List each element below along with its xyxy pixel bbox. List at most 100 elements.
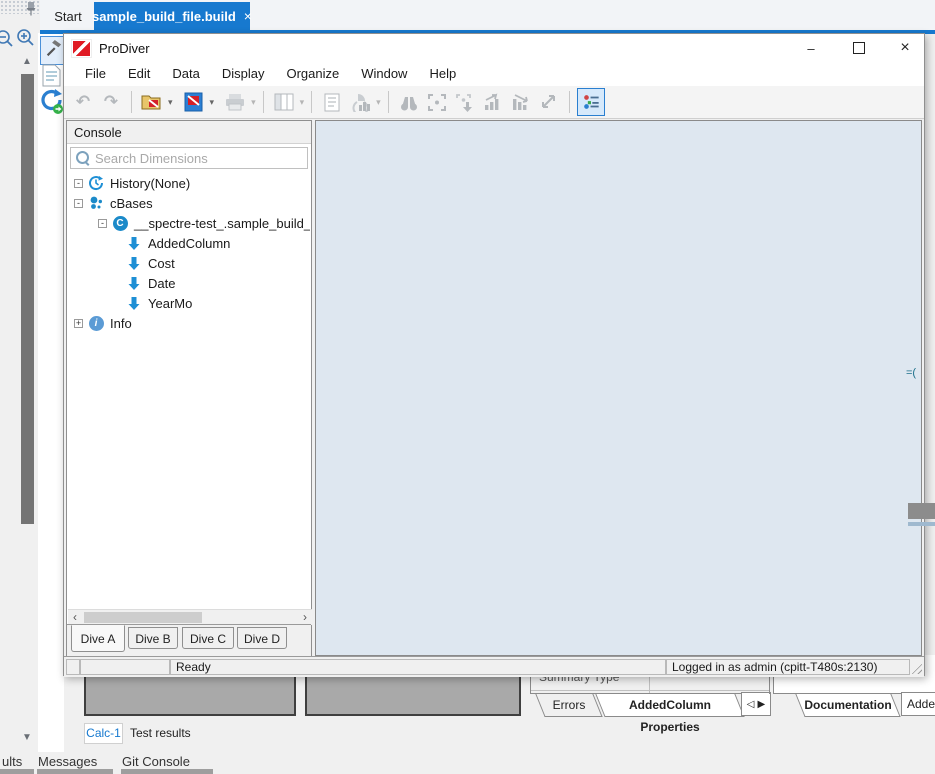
- collapse-icon[interactable]: -: [98, 219, 107, 228]
- console-toggle-button[interactable]: [577, 88, 605, 116]
- scroll-up-icon[interactable]: ▲: [22, 56, 32, 68]
- tab-dive-b[interactable]: Dive B: [128, 627, 178, 649]
- left-scrollbar-thumb[interactable]: [21, 74, 34, 524]
- test-results-label: Test results: [130, 726, 191, 740]
- toolbar-separator: [569, 91, 570, 113]
- calc-tab-label: Calc-1: [86, 726, 121, 740]
- redo-button[interactable]: ↷: [98, 89, 124, 115]
- search-input[interactable]: [70, 147, 308, 169]
- hscroll-right-icon[interactable]: ›: [298, 611, 312, 624]
- focus-drill-button[interactable]: [452, 89, 478, 115]
- menu-help[interactable]: Help: [418, 62, 467, 86]
- tab-addedc[interactable]: AddedC: [901, 692, 935, 716]
- collapse-icon[interactable]: -: [74, 179, 83, 188]
- close-button[interactable]: ×: [888, 36, 922, 60]
- undo-button[interactable]: ↶: [70, 89, 96, 115]
- pin-icon[interactable]: [25, 1, 37, 19]
- calc-tab[interactable]: Calc-1: [84, 723, 123, 744]
- tab-dive-d[interactable]: Dive D: [237, 627, 287, 649]
- open-cbase-button[interactable]: [181, 89, 207, 115]
- expand-icon[interactable]: +: [74, 319, 83, 328]
- print-button[interactable]: [222, 89, 248, 115]
- focus-down-icon: [455, 93, 475, 112]
- tree-item-cost[interactable]: Cost: [68, 253, 310, 273]
- cbase-book-icon: [184, 92, 203, 112]
- scroll-down-icon[interactable]: ▼: [22, 732, 32, 744]
- report-icon[interactable]: [42, 64, 61, 90]
- tab-messages[interactable]: Messages: [38, 754, 97, 769]
- tree-item-addedcolumn[interactable]: AddedColumn: [68, 233, 310, 253]
- minimize-button[interactable]: –: [794, 36, 828, 60]
- tab-scroll-buttons[interactable]: ◁ ▶: [741, 692, 771, 716]
- tab-errors[interactable]: Errors: [540, 694, 598, 717]
- find-button[interactable]: [396, 89, 422, 115]
- focus-button[interactable]: [424, 89, 450, 115]
- sort-down-button[interactable]: [508, 89, 534, 115]
- chart-up-icon: [483, 93, 503, 111]
- tab-scroll-left-icon[interactable]: ◁: [747, 699, 755, 710]
- tab-documentation[interactable]: Documentation: [800, 694, 896, 717]
- tab-dive-a[interactable]: Dive A: [71, 625, 125, 652]
- tabular-view-button[interactable]: [271, 89, 297, 115]
- dimension-down-arrow-icon: [126, 235, 142, 251]
- menu-file[interactable]: File: [74, 62, 117, 86]
- status-cell-empty: [66, 659, 80, 675]
- collapse-icon[interactable]: -: [74, 199, 83, 208]
- tab-underline: [0, 769, 34, 774]
- search-box[interactable]: [70, 147, 308, 169]
- cbase-icon: C: [112, 215, 128, 231]
- menu-edit[interactable]: Edit: [117, 62, 161, 86]
- menu-window[interactable]: Window: [350, 62, 418, 86]
- tab-start[interactable]: Start: [43, 4, 93, 30]
- edge-scrollbar-thumb[interactable]: [908, 503, 935, 519]
- tree-item-label: AddedColumn: [148, 236, 230, 251]
- menu-organize[interactable]: Organize: [275, 62, 350, 86]
- hscroll-thumb[interactable]: [84, 612, 202, 623]
- chart-down-icon: [511, 93, 531, 111]
- title-bar[interactable]: ProDiver – ×: [64, 34, 924, 62]
- tab-addedcolumn-properties[interactable]: AddedColumn Properties: [600, 694, 740, 717]
- console-hscrollbar[interactable]: ‹ ›: [68, 609, 312, 625]
- info-letter: i: [89, 316, 104, 331]
- tree-item-cbases[interactable]: - cBases: [68, 193, 310, 213]
- tab-results[interactable]: ults: [2, 754, 22, 769]
- tab-git-console[interactable]: Git Console: [122, 754, 190, 769]
- sort-up-button[interactable]: [480, 89, 506, 115]
- tree-item-info[interactable]: + i Info: [68, 313, 310, 333]
- dive-workspace[interactable]: [315, 120, 922, 656]
- output-tab-strip: ults Messages Git Console: [0, 752, 935, 774]
- tree-item-history[interactable]: - History(None): [68, 173, 310, 193]
- swap-axes-button[interactable]: [536, 89, 562, 115]
- tree-item-date[interactable]: Date: [68, 273, 310, 293]
- cbase-dropdown-icon[interactable]: ▾: [210, 97, 215, 108]
- search-icon: [76, 151, 89, 164]
- toolbar-separator: [263, 91, 264, 113]
- open-dropdown-icon[interactable]: ▾: [168, 97, 173, 108]
- refresh-icon[interactable]: [39, 88, 64, 119]
- hscroll-left-icon[interactable]: ‹: [68, 611, 82, 624]
- zoom-in-icon[interactable]: [14, 27, 37, 53]
- toolbar-separator: [131, 91, 132, 113]
- tree-item-label: __spectre-test_.sample_build_fil: [134, 216, 310, 231]
- chart-view-button[interactable]: [347, 89, 373, 115]
- menu-display[interactable]: Display: [211, 62, 276, 86]
- window-title: ProDiver: [99, 41, 150, 56]
- tree-item-cbase[interactable]: - C __spectre-test_.sample_build_fil: [68, 213, 310, 233]
- dive-tab-strip: Dive A Dive B Dive C Dive D: [67, 624, 311, 657]
- status-cell-empty: [80, 659, 170, 675]
- tab-close-icon[interactable]: ×: [244, 8, 252, 24]
- tree-item-label: Info: [110, 316, 132, 331]
- report-view-button[interactable]: [319, 89, 345, 115]
- tree-item-label: Cost: [148, 256, 175, 271]
- tree-item-yearmo[interactable]: YearMo: [68, 293, 310, 313]
- tab-sample-build-file[interactable]: sample_build_file.build ×: [94, 2, 250, 30]
- tab-scroll-right-icon[interactable]: ▶: [758, 699, 766, 710]
- maximize-button[interactable]: [842, 36, 876, 60]
- report-page-icon: [324, 93, 340, 112]
- tab-dive-c[interactable]: Dive C: [182, 627, 234, 649]
- console-legend-icon: [582, 93, 600, 111]
- tab-label: AddedC: [907, 697, 935, 711]
- resize-grip-icon[interactable]: [909, 661, 922, 674]
- open-dive-button[interactable]: [139, 89, 165, 115]
- menu-data[interactable]: Data: [161, 62, 210, 86]
